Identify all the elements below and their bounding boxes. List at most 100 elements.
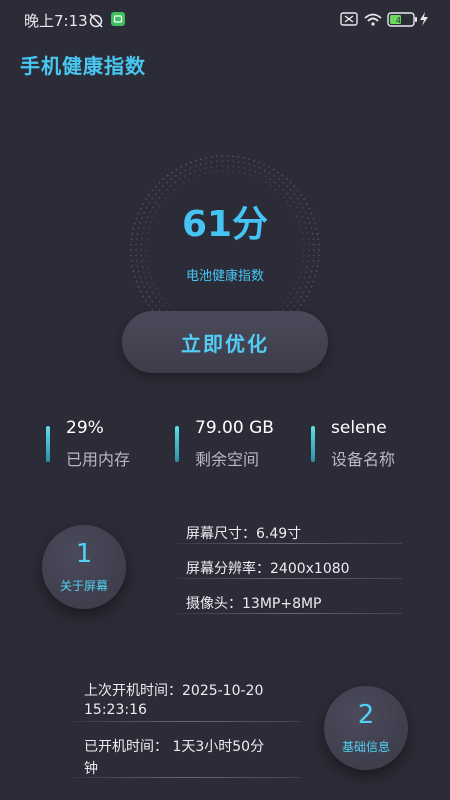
gauge-dot — [279, 192, 281, 194]
gauge-dot — [135, 260, 138, 262]
gauge-dot — [253, 165, 256, 167]
gauge-dot — [243, 162, 245, 164]
gauge-dot — [178, 184, 180, 187]
gauge-dot — [299, 296, 302, 298]
gauge-dot — [179, 178, 181, 180]
gauge-dot — [198, 174, 201, 177]
gauge-dot — [137, 285, 140, 288]
gauge-dot — [161, 305, 164, 308]
gauge-dot — [140, 260, 143, 262]
gauge-dot — [221, 170, 223, 172]
stat-value: 79.00 GB — [195, 418, 274, 438]
gauge-dot — [204, 172, 206, 175]
gauge-dot — [279, 306, 281, 308]
gauge-dot — [268, 166, 270, 168]
gauge-dot — [151, 189, 154, 192]
gauge-dot — [194, 165, 197, 167]
gauge-dot — [289, 189, 292, 191]
divider — [74, 777, 300, 778]
gauge-dot — [244, 172, 246, 175]
gauge-dot — [258, 161, 260, 164]
gauge-dot — [169, 192, 171, 194]
app-title: 手机健康指数 — [20, 54, 146, 78]
gauge-dot — [142, 295, 144, 298]
gauge-dot — [204, 167, 207, 170]
gauge-dot — [296, 189, 299, 192]
gauge-dot — [158, 189, 161, 191]
gauge-dot — [227, 165, 229, 167]
gauge-dot — [169, 185, 172, 187]
gauge-dot — [308, 254, 310, 257]
status-bar: 晚上7:13 41 — [0, 0, 450, 40]
gauge-dot — [249, 168, 251, 171]
badge-number: 2 — [357, 700, 375, 730]
gauge-dot — [146, 260, 148, 263]
gauge-dot — [258, 167, 261, 169]
gauge-dot — [232, 165, 235, 168]
gauge-dot — [274, 188, 277, 191]
battery-level-text: 41 — [396, 16, 406, 25]
gauge-dot — [215, 160, 218, 163]
gauge-dot — [282, 188, 285, 191]
alarm-off-icon — [89, 13, 103, 28]
gauge-dot — [215, 170, 218, 173]
gauge-dot — [166, 174, 169, 177]
screen-resolution-line: 屏幕分辨率：2400x1080 — [186, 561, 350, 577]
gauge-dot — [303, 300, 305, 302]
gauge-dot — [277, 171, 279, 174]
gauge-dot — [145, 291, 148, 293]
gauge-dot — [135, 254, 137, 257]
gauge-dot — [254, 170, 256, 173]
divider — [176, 613, 402, 614]
gauge-dot — [221, 165, 223, 167]
gauge-dot — [259, 173, 262, 175]
gauge-dot — [260, 178, 262, 181]
gauge-dot — [293, 305, 296, 307]
gauge-dot — [286, 305, 289, 308]
stat-value: 29% — [66, 418, 104, 438]
camera-line: 摄像头：13MP+8MP — [186, 596, 322, 612]
gauge-dot — [248, 163, 251, 166]
gauge-dot — [283, 301, 285, 304]
charging-icon — [420, 12, 428, 26]
gauge-dot — [210, 166, 212, 168]
optimize-button[interactable]: 立即优化 — [122, 311, 328, 373]
last-boot-line: 上次开机时间：2025-10-20 — [84, 683, 264, 699]
gauge-dot — [300, 304, 302, 307]
stat-bar-indicator — [46, 426, 50, 462]
gauge-dot — [308, 249, 310, 251]
about-screen-badge[interactable]: 1 关于屏幕 — [42, 525, 126, 609]
gauge-dot — [270, 184, 272, 187]
gauge-dot — [183, 181, 185, 184]
app-notification-icon — [111, 12, 125, 26]
gauge-dot — [269, 178, 271, 180]
gauge-dot — [293, 185, 296, 188]
gauge-dot — [151, 292, 154, 294]
stat-bar-indicator — [311, 426, 315, 462]
gauge-dot — [193, 176, 195, 179]
gauge-dot — [200, 158, 202, 160]
gauge-dot — [161, 297, 164, 300]
gauge-dot — [148, 296, 151, 298]
gauge-dot — [195, 159, 197, 162]
gauge-dot — [130, 259, 133, 262]
gauge-dot — [272, 168, 275, 171]
gauge-dot — [277, 178, 280, 180]
gauge-dot — [215, 165, 218, 168]
gauge-dot — [154, 296, 157, 299]
screen-size-line: 屏幕尺寸：6.49寸 — [186, 526, 302, 542]
gauge-dot — [154, 305, 157, 307]
gauge-dot — [293, 287, 295, 290]
gauge-dot — [130, 249, 132, 251]
gauge-dot — [286, 297, 289, 300]
basic-info-badge[interactable]: 2 基础信息 — [324, 686, 408, 770]
stat-label: 已用内存 — [66, 450, 131, 469]
gauge-dot — [238, 171, 241, 174]
gauge-dot — [237, 161, 240, 163]
gauge-dot — [185, 163, 187, 166]
uptime-unit-line: 钟 — [84, 761, 98, 777]
gauge-dot — [278, 185, 281, 187]
gauge-dot — [293, 296, 296, 299]
gauge-dot — [165, 301, 167, 304]
gauge-dot — [289, 181, 292, 184]
